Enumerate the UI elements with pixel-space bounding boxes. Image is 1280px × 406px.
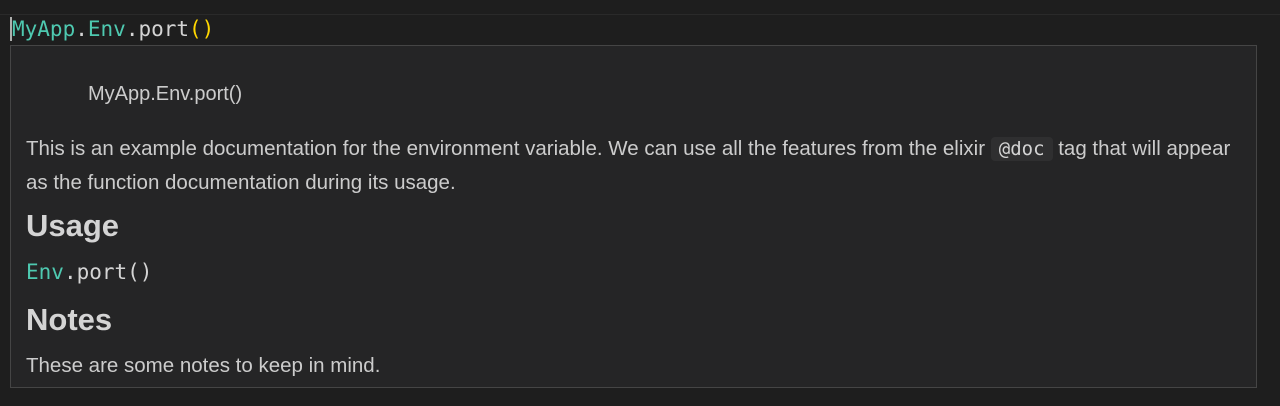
code-token-dot: . <box>75 17 88 41</box>
usage-code-module: Env <box>26 260 64 284</box>
description-text: This is an example documentation for the… <box>26 137 986 160</box>
code-line[interactable]: MyApp.Env.port() <box>12 14 214 44</box>
notes-text: These are some notes to keep in mind. <box>26 354 381 377</box>
usage-heading: Usage <box>26 208 120 243</box>
code-token-parens: () <box>189 17 215 41</box>
description-paragraph: This is an example documentation for the… <box>26 132 1248 200</box>
code-token-function: .port <box>125 17 190 41</box>
code-token-module: MyApp <box>12 17 76 41</box>
notes-heading: Notes <box>26 302 113 337</box>
inline-code-doc: @doc <box>990 137 1053 161</box>
code-token-module: Env <box>87 17 126 41</box>
function-signature: MyApp.Env.port() <box>88 83 243 105</box>
usage-code-example: Env.port() <box>26 257 152 287</box>
usage-code-call: .port() <box>63 260 153 284</box>
hover-documentation-popup[interactable]: MyApp.Env.port() This is an example docu… <box>10 45 1257 388</box>
